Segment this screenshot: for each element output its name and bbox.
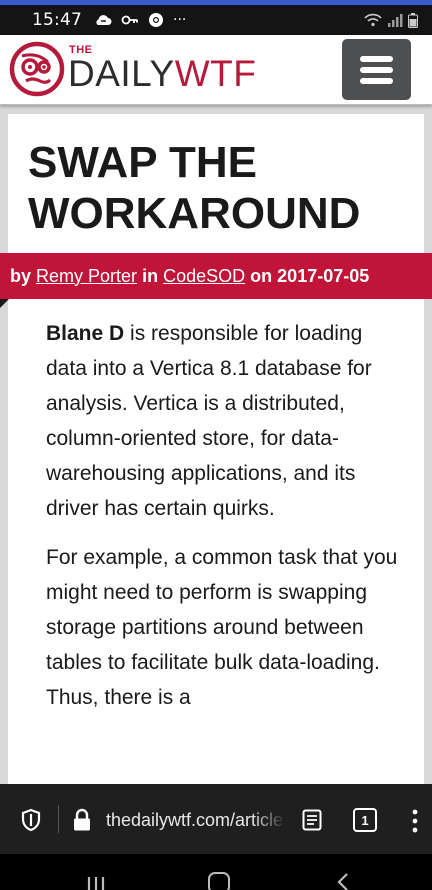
category-link[interactable]: CodeSOD bbox=[163, 266, 245, 287]
byline-by: by bbox=[10, 265, 32, 286]
status-bar: 15:47 ··· bbox=[0, 5, 432, 35]
logo-face-icon[interactable] bbox=[8, 40, 66, 98]
key-icon bbox=[121, 15, 138, 25]
article-paragraph: For example, a common task that you migh… bbox=[46, 540, 398, 715]
status-system-icons bbox=[364, 12, 418, 28]
author-link[interactable]: Remy Porter bbox=[36, 266, 137, 287]
site-logo-wordmark[interactable]: DAILYWTF bbox=[68, 52, 256, 96]
reader-mode-icon[interactable] bbox=[302, 809, 322, 831]
hamburger-icon-bar bbox=[360, 66, 393, 73]
publish-date: 2017-07-05 bbox=[277, 265, 370, 286]
recent-apps-icon[interactable] bbox=[86, 876, 106, 890]
hamburger-icon-bar bbox=[360, 77, 393, 84]
logo-daily-text: DAILY bbox=[68, 53, 175, 94]
chrome-icon bbox=[149, 13, 163, 27]
back-icon[interactable] bbox=[336, 872, 350, 890]
tabs-icon[interactable]: 1 bbox=[353, 808, 377, 832]
logo-wtf-text: WTF bbox=[174, 53, 257, 94]
battery-icon bbox=[408, 12, 418, 28]
home-icon[interactable] bbox=[208, 872, 230, 890]
byline-on: on bbox=[250, 265, 273, 286]
article-body: Blane D is responsible for loading data … bbox=[46, 316, 398, 729]
menu-button[interactable] bbox=[342, 39, 411, 100]
site-header: THE DAILYWTF bbox=[0, 35, 432, 105]
shield-icon[interactable] bbox=[20, 808, 42, 832]
system-nav-bar bbox=[0, 854, 432, 890]
status-time: 15:47 bbox=[32, 10, 82, 30]
lock-icon[interactable] bbox=[72, 808, 92, 832]
paragraph-lead: Blane D bbox=[46, 322, 125, 345]
paragraph-text: is responsible for loading data into a V… bbox=[46, 322, 372, 520]
toolbar-divider bbox=[58, 805, 59, 833]
wifi-icon bbox=[364, 13, 382, 27]
ribbon-fold bbox=[0, 299, 9, 308]
hamburger-icon bbox=[360, 55, 393, 62]
url-fade bbox=[252, 804, 286, 836]
browser-toolbar: thedailywtf.com/articles/swap-the-workar… bbox=[0, 784, 432, 854]
signal-icon bbox=[388, 14, 403, 27]
article-title: SWAP THE WORKAROUND bbox=[28, 138, 361, 238]
more-vert-icon[interactable] bbox=[408, 808, 422, 834]
cloud-sync-icon bbox=[96, 15, 112, 25]
paragraph-text: For example, a common task that you migh… bbox=[46, 546, 398, 709]
byline-in: in bbox=[142, 265, 159, 286]
status-notification-icons: ··· bbox=[94, 12, 186, 28]
more-notifications-indicator: ··· bbox=[173, 12, 187, 28]
article-byline: by Remy Porter in CodeSOD on 2017-07-05 bbox=[0, 253, 432, 299]
article-paragraph: Blane D is responsible for loading data … bbox=[46, 316, 398, 526]
